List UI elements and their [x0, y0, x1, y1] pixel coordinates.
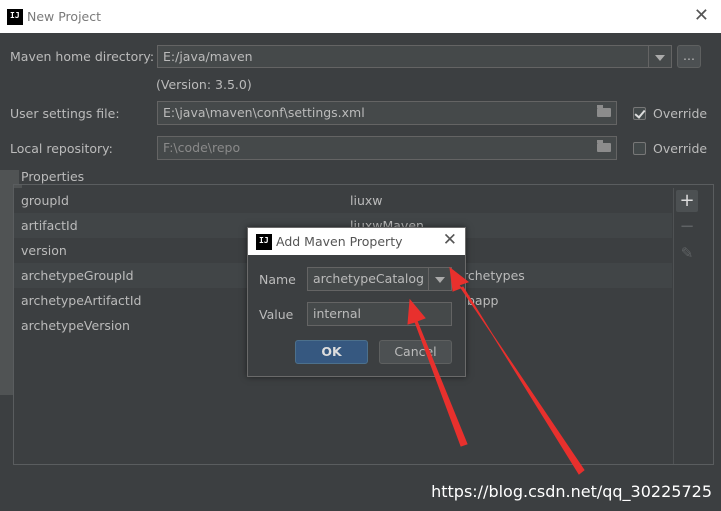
arrow-to-name-combo: [449, 266, 585, 475]
arrow-to-value-field: [407, 298, 468, 447]
annotation-arrows: [407, 266, 585, 475]
watermark-text: https://blog.csdn.net/qq_30225725: [431, 482, 712, 501]
